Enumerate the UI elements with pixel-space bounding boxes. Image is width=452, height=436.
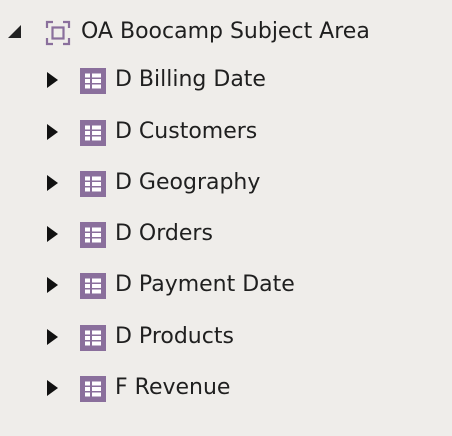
table-icon: [80, 171, 106, 197]
subject-area-tree: OA Boocamp Subject Area D Billing Date D…: [0, 0, 452, 436]
tree-item-d-customers[interactable]: D Customers: [0, 114, 320, 150]
tree-item-d-geography[interactable]: D Geography: [0, 165, 320, 201]
table-icon: [80, 325, 106, 351]
subject-area-label: OA Boocamp Subject Area: [81, 19, 370, 44]
table-icon: [80, 273, 106, 299]
tree-root-subject-area[interactable]: OA Boocamp Subject Area: [0, 14, 400, 50]
subject-area-icon: [45, 20, 71, 46]
tree-item-d-products[interactable]: D Products: [0, 319, 320, 355]
tree-item-label: D Orders: [115, 221, 213, 246]
tree-item-d-billing-date[interactable]: D Billing Date: [0, 62, 320, 98]
tree-item-label: F Revenue: [115, 375, 231, 400]
table-icon: [80, 376, 106, 402]
table-icon: [80, 68, 106, 94]
tree-item-label: D Billing Date: [115, 67, 266, 92]
tree-item-f-revenue[interactable]: F Revenue: [0, 370, 320, 406]
collapsed-caret-icon[interactable]: [47, 329, 58, 345]
collapsed-caret-icon[interactable]: [47, 277, 58, 293]
expanded-caret-icon[interactable]: [8, 25, 21, 38]
tree-item-label: D Customers: [115, 119, 258, 144]
tree-item-d-orders[interactable]: D Orders: [0, 216, 320, 252]
tree-item-label: D Products: [115, 324, 234, 349]
collapsed-caret-icon[interactable]: [47, 124, 58, 140]
collapsed-caret-icon[interactable]: [47, 175, 58, 191]
table-icon: [80, 222, 106, 248]
tree-item-label: D Payment Date: [115, 272, 295, 297]
collapsed-caret-icon[interactable]: [47, 380, 58, 396]
tree-item-d-payment-date[interactable]: D Payment Date: [0, 267, 320, 303]
tree-item-label: D Geography: [115, 170, 261, 195]
table-icon: [80, 120, 106, 146]
collapsed-caret-icon[interactable]: [47, 226, 58, 242]
collapsed-caret-icon[interactable]: [47, 72, 58, 88]
